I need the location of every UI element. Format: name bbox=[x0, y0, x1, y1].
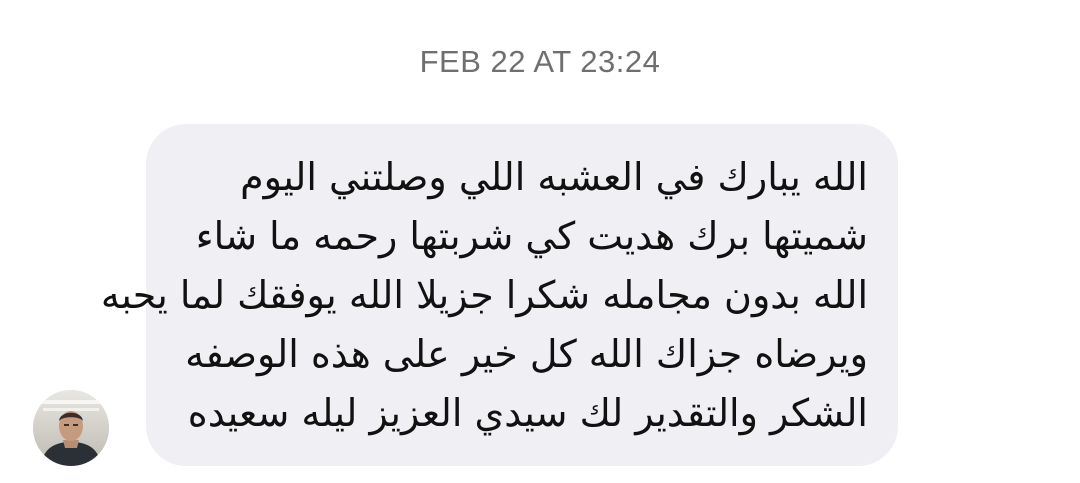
message-bubble[interactable]: الله يبارك في العشبه اللي وصلتني اليوم ش… bbox=[100, 124, 898, 466]
person-photo-icon bbox=[33, 390, 109, 466]
sender-avatar[interactable] bbox=[33, 390, 109, 466]
message-text: الله يبارك في العشبه اللي وصلتني اليوم ش… bbox=[100, 148, 868, 443]
message-line: الشكر والتقدير لك سيدي العزيز ليله سعيده bbox=[187, 391, 868, 435]
message-line: الله يبارك في العشبه اللي وصلتني اليوم bbox=[240, 155, 868, 199]
chat-screen: FEB 22 AT 23:24 الله يبارك في العشبه الل… bbox=[0, 0, 1080, 483]
message-timestamp: FEB 22 AT 23:24 bbox=[419, 44, 661, 79]
message-line: شميتها برك هديت كي شربتها رحمه ما شاء bbox=[195, 214, 868, 258]
message-line: ويرضاه جزاك الله كل خير على هذه الوصفه bbox=[185, 332, 868, 376]
message-line: الله بدون مجامله شكرا جزيلا الله يوفقك ل… bbox=[100, 273, 868, 317]
